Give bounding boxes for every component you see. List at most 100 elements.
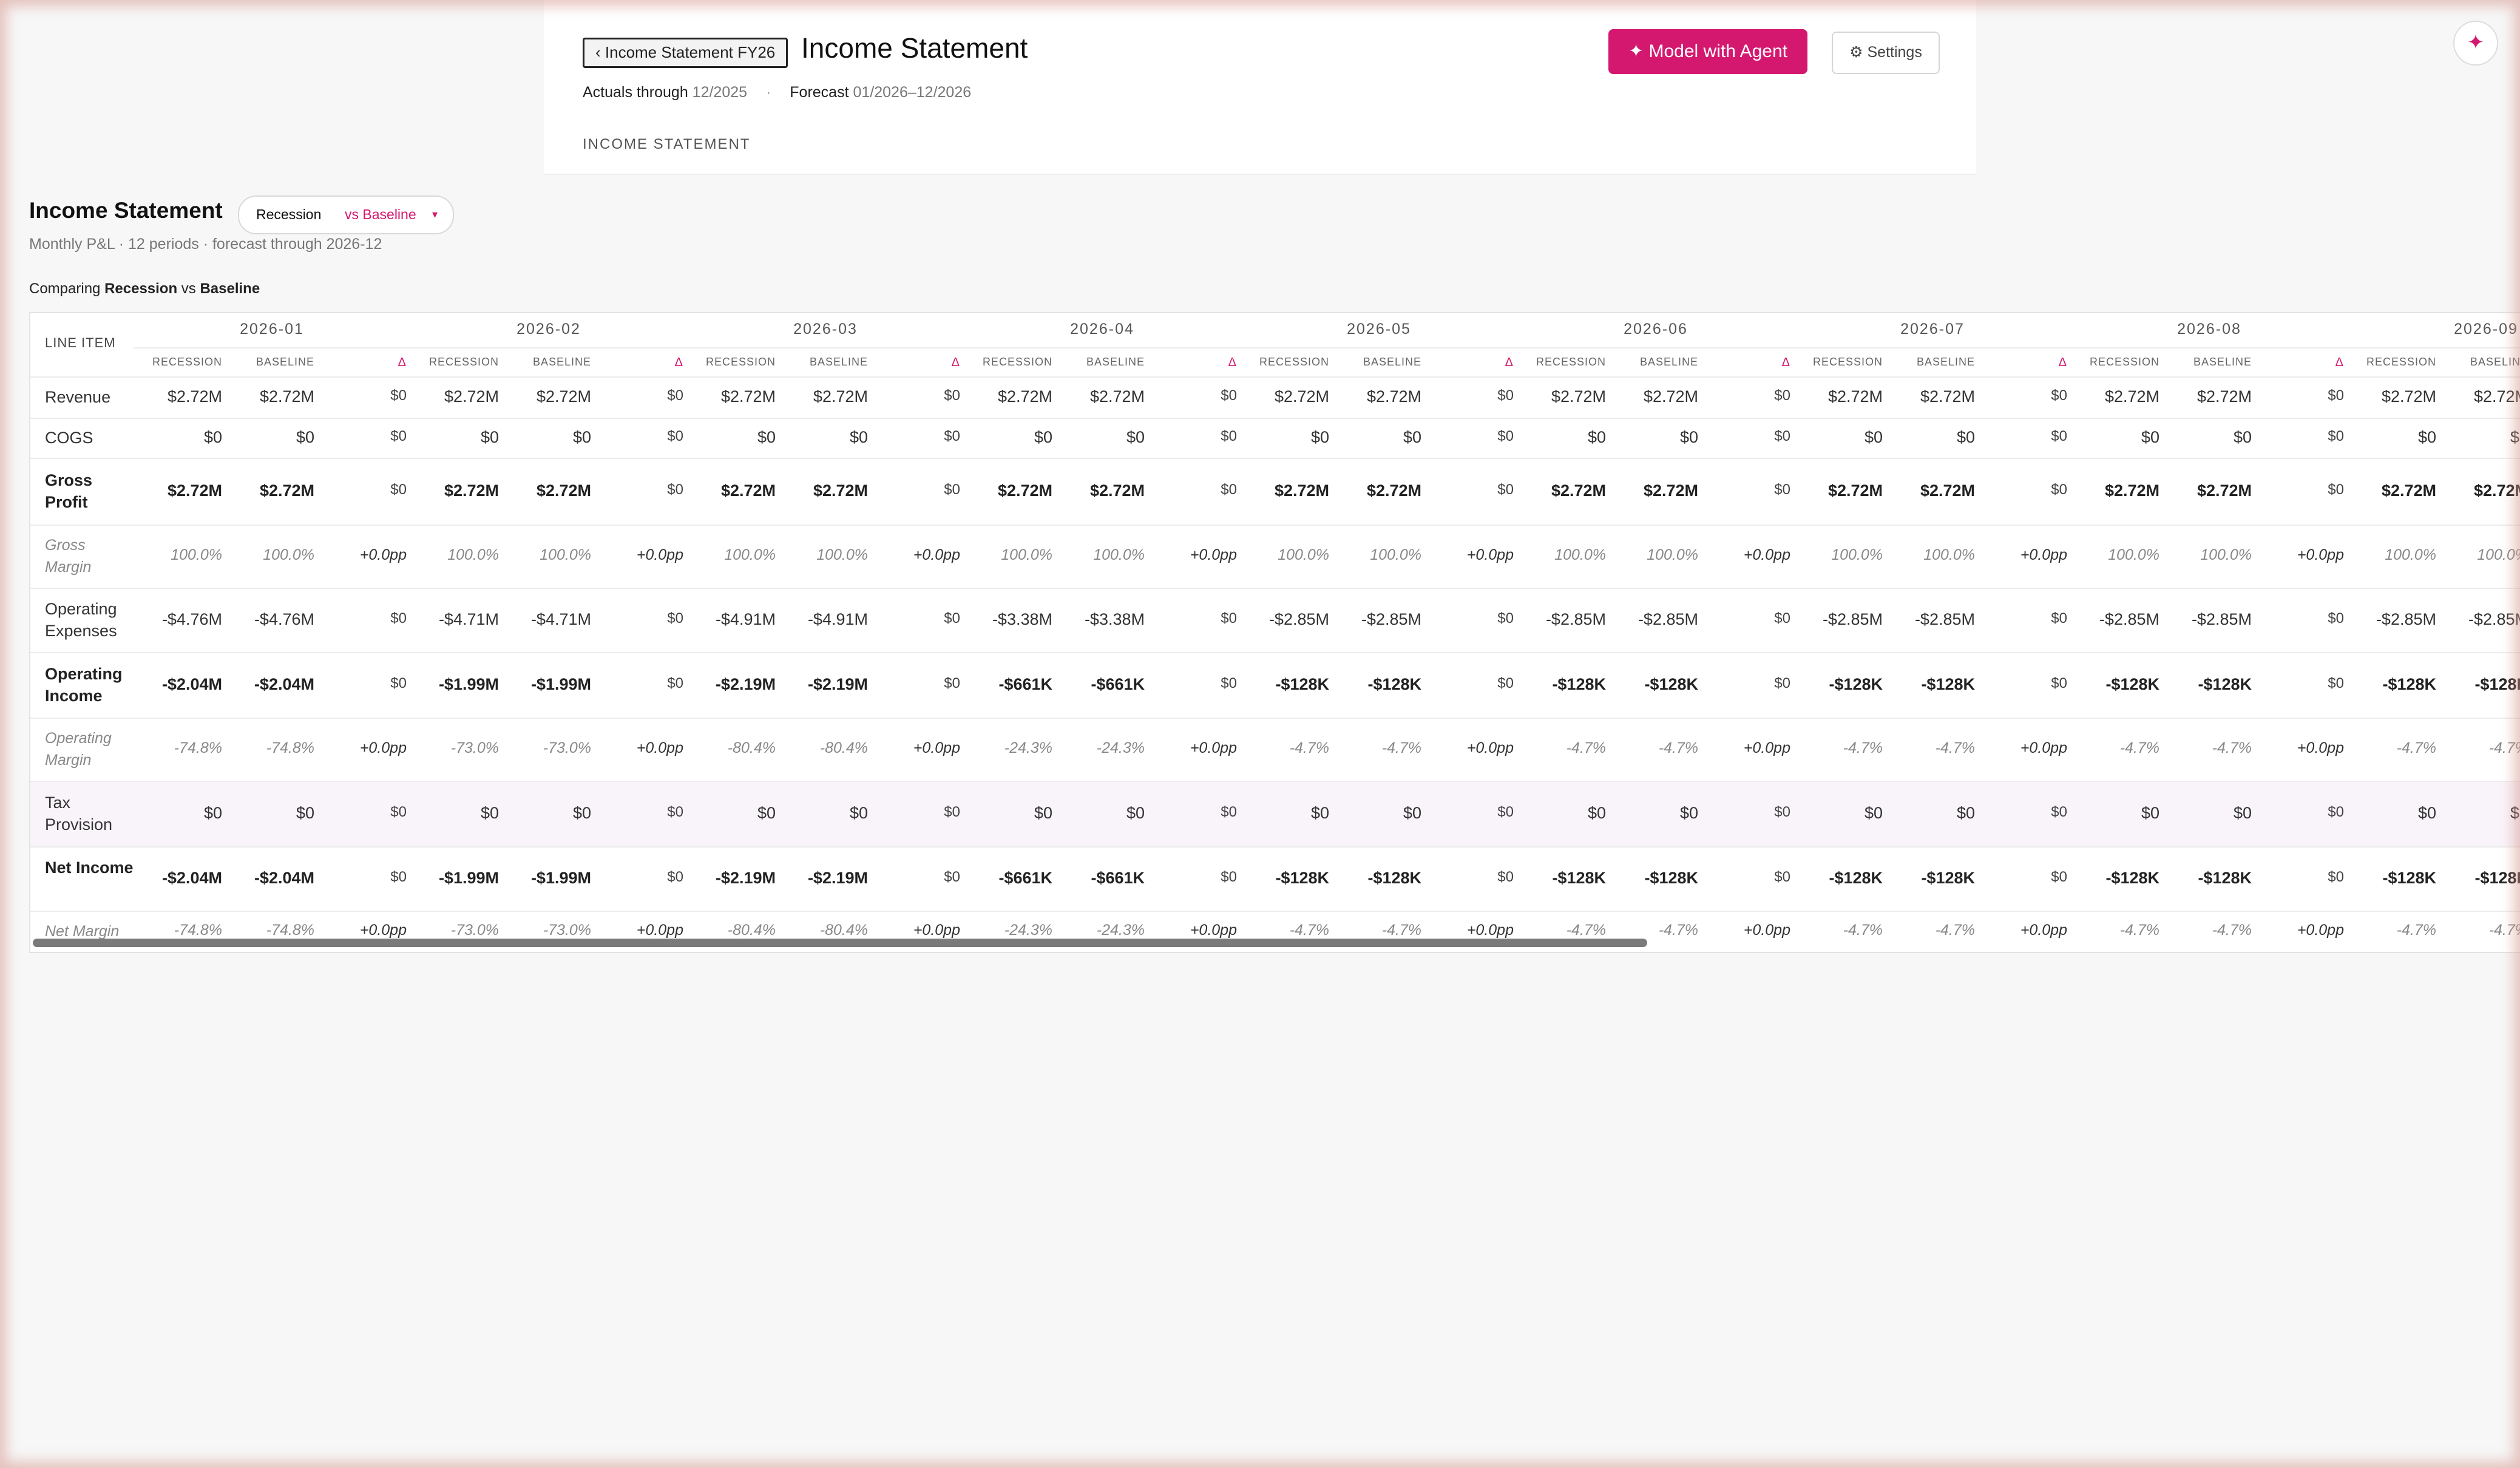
recession-cell: 100.0% [1831, 546, 1883, 563]
recession-cell: $2.72M [1274, 387, 1329, 406]
baseline-cell: $2.72M [1366, 387, 1421, 406]
back-button[interactable]: ‹ Income Statement FY26 [583, 38, 788, 68]
line-item-header: LINE ITEM [45, 335, 116, 350]
statement-title: Income Statement [29, 198, 223, 223]
delta-cell: +0.0pp [1190, 546, 1237, 563]
recession-cell: -$2.19M [715, 675, 776, 693]
delta-cell: +0.0pp [1743, 546, 1790, 563]
recession-cell: -$1.99M [438, 869, 499, 887]
baseline-cell: -$2.85M [1361, 610, 1421, 628]
recession-cell: -$128K [1275, 675, 1329, 693]
recession-cell: $2.72M [1274, 481, 1329, 500]
statement-subtitle: Monthly P&L · 12 periods · forecast thro… [29, 236, 382, 253]
recession-cell: $2.72M [2381, 387, 2436, 406]
recession-column-header: RECESSION [2366, 356, 2436, 368]
header-card: ‹ Income Statement FY26 Income Statement… [544, 0, 1976, 175]
delta-cell: +0.0pp [636, 739, 683, 756]
delta-cell: $0 [1497, 428, 1514, 444]
month-divider [687, 347, 964, 348]
recession-cell: $0 [757, 428, 776, 446]
baseline-cell: $0 [2510, 428, 2520, 446]
delta-cell: $0 [390, 804, 407, 820]
baseline-cell: $2.72M [2197, 387, 2252, 406]
baseline-cell: 100.0% [1370, 546, 1421, 563]
month-divider [1794, 347, 2071, 348]
baseline-cell: $0 [849, 428, 868, 446]
delta-cell: $0 [2051, 481, 2067, 498]
row-label: Revenue [45, 388, 111, 406]
recession-cell: -73.0% [450, 739, 499, 756]
baseline-column-header: BASELINE [1916, 356, 1975, 368]
horizontal-scrollbar[interactable] [33, 939, 1647, 947]
baseline-cell: -$2.85M [2191, 610, 2252, 628]
forecast-value: 01/2026–12/2026 [853, 84, 972, 101]
month-divider [1241, 347, 1517, 348]
comparing-prefix: Comparing [29, 280, 101, 297]
recession-cell: -$1.99M [438, 675, 499, 693]
model-with-agent-button[interactable]: ✦ Model with Agent [1608, 29, 1807, 74]
meta-separator: · [766, 84, 771, 101]
baseline-cell: -4.7% [1935, 922, 1975, 939]
recession-cell: -73.0% [450, 922, 499, 939]
baseline-column-header: BASELINE [256, 356, 314, 368]
recession-cell: -80.4% [727, 739, 776, 756]
recession-cell: 100.0% [2108, 546, 2159, 563]
recession-cell: -$2.85M [2376, 610, 2436, 628]
baseline-cell: -$128K [1367, 675, 1421, 693]
baseline-cell: 100.0% [2200, 546, 2252, 563]
recession-cell: -$128K [2382, 869, 2436, 887]
baseline-cell: $2.72M [2197, 481, 2252, 500]
delta-cell: $0 [1221, 387, 1237, 404]
delta-cell: $0 [2328, 428, 2344, 444]
delta-cell: $0 [667, 610, 683, 627]
baseline-cell: $0 [1679, 428, 1698, 446]
baseline-cell: -4.7% [1658, 739, 1698, 756]
recession-cell: $2.72M [444, 481, 499, 500]
recession-cell: 100.0% [1554, 546, 1606, 563]
baseline-cell: $0 [296, 804, 314, 822]
row-label: COGS [45, 429, 93, 447]
sparkle-icon[interactable]: ✦ [2453, 21, 2498, 66]
month-divider [1517, 347, 1794, 348]
delta-cell: $0 [667, 387, 683, 404]
recession-cell: $0 [1864, 428, 1883, 446]
delta-cell: $0 [1774, 481, 1790, 498]
recession-cell: $0 [203, 804, 222, 822]
baseline-cell: -$128K [2198, 869, 2252, 887]
baseline-cell: -4.7% [1381, 922, 1421, 939]
baseline-cell: $0 [2233, 428, 2252, 446]
month-header: 2026-09 [2454, 321, 2518, 338]
delta-cell: +0.0pp [913, 739, 960, 756]
baseline-cell: -$2.85M [2468, 610, 2520, 628]
baseline-column-header: BASELINE [1363, 356, 1421, 368]
recession-cell: $2.72M [444, 387, 499, 406]
recession-cell: $2.72M [167, 387, 222, 406]
delta-cell: +0.0pp [2297, 546, 2344, 563]
month-header: 2026-02 [517, 321, 581, 338]
delta-cell: $0 [944, 675, 960, 692]
recession-cell: -$2.04M [161, 869, 222, 887]
baseline-cell: -4.7% [1381, 739, 1421, 756]
baseline-cell: $2.72M [259, 481, 314, 500]
delta-cell: +0.0pp [359, 739, 407, 756]
row-label: Operating Margin [45, 730, 112, 769]
baseline-cell: -4.7% [1935, 739, 1975, 756]
delta-cell: +0.0pp [1743, 922, 1790, 939]
settings-button[interactable]: ⚙ Settings [1832, 32, 1940, 74]
scenario-selector[interactable]: Recession vs Baseline ▾ [238, 195, 454, 234]
recession-cell: -4.7% [2396, 922, 2436, 939]
recession-cell: -$3.38M [992, 610, 1052, 628]
actuals-value: 12/2025 [692, 84, 748, 101]
recession-cell: $0 [2141, 428, 2159, 446]
comparison-table[interactable]: LINE ITEM Revenue COGS Gross Profit Gross M… [29, 312, 2520, 953]
delta-column-header: Δ [951, 356, 960, 369]
baseline-cell: 100.0% [1093, 546, 1145, 563]
recession-cell: 100.0% [171, 546, 222, 563]
delta-cell: $0 [2328, 869, 2344, 885]
recession-cell: -24.3% [1004, 922, 1052, 939]
delta-cell: $0 [1497, 610, 1514, 627]
recession-cell: -4.7% [2396, 739, 2436, 756]
row-label: Tax Provision [45, 793, 113, 834]
delta-cell: $0 [1497, 387, 1514, 404]
delta-cell: $0 [1774, 804, 1790, 820]
